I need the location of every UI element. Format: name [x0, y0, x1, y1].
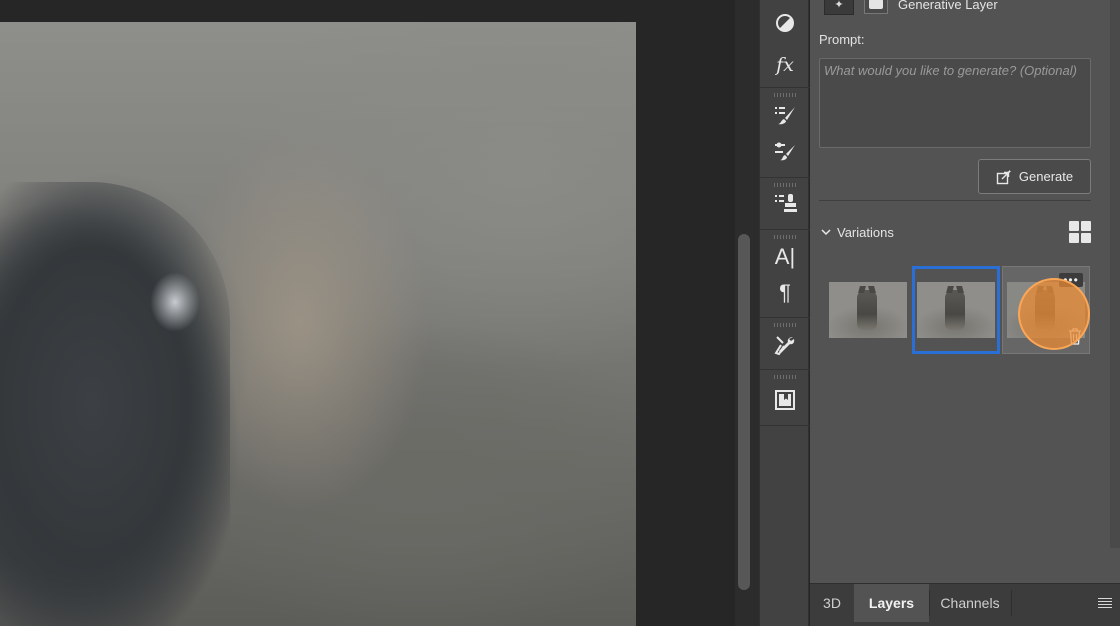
generative-sparkle-icon: ✦ — [824, 0, 854, 15]
panel-grip[interactable] — [774, 183, 796, 187]
tab-channels[interactable]: Channels — [929, 584, 1011, 622]
image-fur-highlight — [150, 272, 200, 332]
generate-label: Generate — [1018, 169, 1074, 184]
layer-header: ✦ Generative Layer — [824, 0, 998, 16]
grid-view-icon[interactable] — [1069, 221, 1091, 243]
canvas-scroll-thumb[interactable] — [738, 234, 750, 590]
more-options-icon[interactable]: ••• — [1059, 273, 1083, 287]
panel-group-clone — [760, 178, 810, 230]
tab-3d[interactable]: 3D — [810, 584, 854, 622]
variation-thumbnail-3[interactable]: ••• — [1002, 266, 1090, 354]
tab-separator — [1011, 590, 1012, 616]
panel-grip[interactable] — [774, 323, 796, 327]
clone-source-icon[interactable] — [772, 190, 798, 216]
image-animal-fur — [0, 182, 230, 626]
properties-panel: ✦ Generative Layer Prompt: Generate Vari… — [810, 0, 1120, 626]
document-canvas[interactable] — [0, 0, 735, 626]
panel-group-type: A| ¶ — [760, 230, 810, 318]
tab-layers[interactable]: Layers — [854, 584, 929, 622]
adjustments-icon[interactable] — [772, 10, 798, 36]
canvas-image[interactable] — [0, 22, 636, 626]
section-divider — [819, 200, 1091, 201]
tool-presets-icon[interactable] — [772, 332, 798, 358]
trash-icon[interactable] — [1067, 327, 1083, 345]
panel-group-adjustments: fx — [760, 0, 810, 88]
variation-thumbnail-2-selected[interactable] — [912, 266, 1000, 354]
panel-tab-bar: 3D Layers Channels — [810, 583, 1120, 626]
panel-group-glyphs — [760, 370, 810, 426]
prompt-field-frame[interactable] — [819, 58, 1091, 148]
panel-scrollbar[interactable] — [1110, 0, 1120, 548]
character-icon[interactable]: A| — [772, 244, 798, 270]
prompt-label: Prompt: — [819, 32, 865, 47]
generate-icon — [996, 169, 1012, 184]
generate-button[interactable]: Generate — [978, 159, 1091, 194]
variation-thumbnail-1[interactable] — [824, 266, 912, 354]
prompt-input[interactable] — [820, 59, 1090, 147]
panel-grip[interactable] — [774, 235, 796, 239]
panel-menu-icon[interactable] — [1098, 598, 1112, 609]
fx-styles-icon[interactable]: fx — [772, 52, 798, 78]
paragraph-icon[interactable]: ¶ — [772, 280, 798, 306]
chevron-down-icon[interactable] — [819, 225, 833, 239]
panel-grip[interactable] — [774, 93, 796, 97]
panel-group-brushes — [760, 88, 810, 178]
collapsed-panels-strip: fx A| ¶ — [759, 0, 810, 626]
layer-mask-icon — [864, 0, 888, 14]
panel-group-tool-presets — [760, 318, 810, 370]
brush-settings-icon[interactable] — [772, 138, 798, 164]
layer-title: Generative Layer — [898, 0, 998, 12]
variations-title: Variations — [837, 224, 894, 240]
brush-presets-icon[interactable] — [772, 102, 798, 128]
panel-grip[interactable] — [774, 375, 796, 379]
variations-header: Variations — [819, 221, 1091, 243]
variations-grid: ••• — [824, 266, 1092, 354]
glyphs-icon[interactable] — [772, 387, 798, 413]
variation-image — [917, 282, 995, 338]
variation-image — [829, 282, 907, 338]
